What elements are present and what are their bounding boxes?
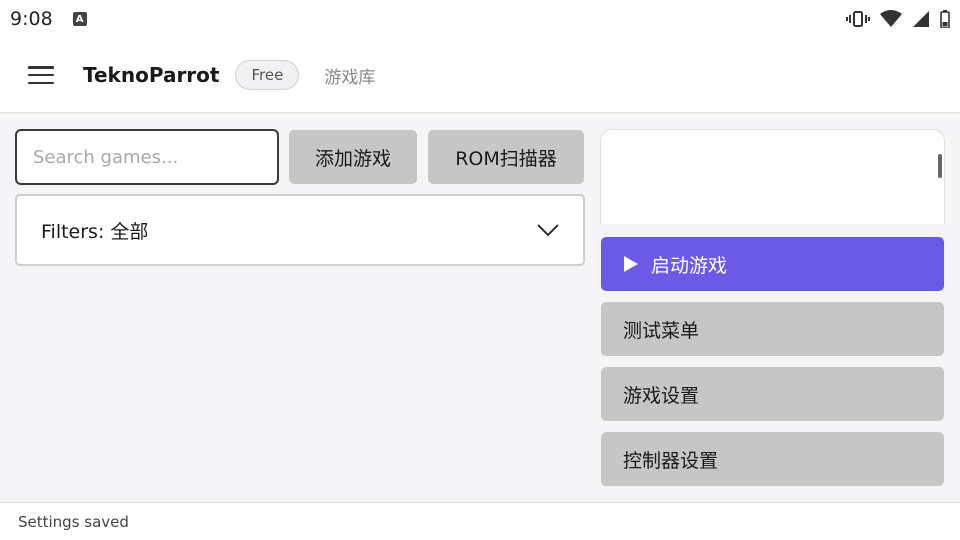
filters-label: Filters: 全部 xyxy=(41,220,149,243)
clock: 9:08 xyxy=(10,8,53,30)
app-title: TeknoParrot xyxy=(83,63,220,87)
vibrate-icon xyxy=(846,11,870,27)
chevron-down-icon xyxy=(537,224,559,237)
menu-icon[interactable] xyxy=(28,66,54,84)
status-bar: 9:08 A xyxy=(0,0,960,38)
filters-dropdown[interactable]: Filters: 全部 xyxy=(15,194,585,266)
rom-scanner-button[interactable]: ROM扫描器 xyxy=(428,130,584,184)
controller-settings-button[interactable]: 控制器设置 xyxy=(601,432,944,486)
battery-icon xyxy=(940,10,950,28)
search-input[interactable] xyxy=(15,129,279,185)
wifi-icon xyxy=(880,10,902,27)
status-footer: Settings saved xyxy=(0,502,960,540)
plan-badge: Free xyxy=(235,60,300,90)
status-icons xyxy=(846,10,950,28)
preview-scrollbar[interactable] xyxy=(938,154,942,178)
test-menu-button[interactable]: 测试菜单 xyxy=(601,302,944,356)
nav-link-game-library[interactable]: 游戏库 xyxy=(324,63,375,88)
status-message: Settings saved xyxy=(18,512,129,531)
game-preview-panel xyxy=(600,129,945,224)
play-icon xyxy=(624,256,638,272)
signal-icon xyxy=(913,11,929,27)
add-game-button[interactable]: 添加游戏 xyxy=(289,130,417,184)
game-settings-button[interactable]: 游戏设置 xyxy=(601,367,944,421)
launch-game-button[interactable]: 启动游戏 xyxy=(601,237,944,291)
app-header: TeknoParrot Free 游戏库 xyxy=(0,38,960,113)
notification-a-icon: A xyxy=(72,12,87,26)
launch-game-label: 启动游戏 xyxy=(651,254,728,277)
